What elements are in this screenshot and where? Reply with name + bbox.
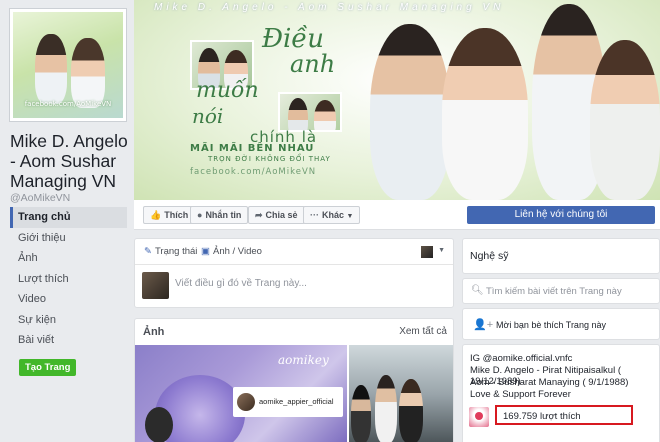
cover-person (370, 24, 450, 200)
page-handle[interactable]: @AoMikeVN (10, 192, 70, 204)
photo-shape (145, 407, 173, 442)
about-box: IG @aomike.official.vnfc Mike D. Angelo … (462, 344, 660, 442)
composer-input[interactable]: Viết điều gì đó về Trang này... (175, 278, 307, 289)
cover-person (442, 28, 528, 200)
cover-photo[interactable]: Mike D. Angelo - Aom Sushar Managing VN … (134, 0, 660, 200)
invite-label[interactable]: Mời bạn bè thích Trang này (496, 320, 606, 330)
cover-url-text: facebook.com/AoMikeVN (190, 167, 317, 177)
like-button[interactable]: 👍 Thích (143, 206, 196, 224)
nav-item-likes[interactable]: Lượt thích (10, 269, 127, 290)
nav-item-posts[interactable]: Bài viết (10, 330, 127, 351)
page-nav: Trang chủ Giới thiệu Ảnh Lượt thích Vide… (10, 207, 127, 351)
cover-text: nói (192, 104, 224, 128)
about-line: Aom - Susharat Manaying ( 9/1/1988) (470, 377, 629, 388)
add-friend-icon: 👤+ (473, 319, 494, 331)
page-action-bar: 👍 Thích ● Nhắn tin ➦ Chia sẻ ··· Khác ▼ Liên… (134, 200, 660, 230)
message-label: Nhắn tin (205, 210, 242, 220)
camera-icon: ▣ (201, 246, 210, 257)
profile-person (35, 34, 67, 104)
category-label[interactable]: Nghệ sỹ (470, 250, 509, 262)
cover-text: MÃI MÃI BÊN NHAU (190, 143, 315, 154)
nav-item-home[interactable]: Trang chủ (10, 207, 127, 228)
tab-photo-label: Ảnh / Video (212, 246, 262, 257)
nav-item-photos[interactable]: Ảnh (10, 248, 127, 269)
likes-count[interactable]: 169.759 lượt thích (503, 411, 581, 422)
cover-text: TRỌN ĐỜI KHÔNG ĐỔI THAY (208, 155, 331, 163)
tab-status-label: Trạng thái (154, 246, 198, 257)
left-column: facebook.com/AoMikeVN Mike D. Angelo - A… (0, 0, 134, 442)
profile-person (71, 38, 105, 108)
profile-watermark: facebook.com/AoMikeVN (24, 100, 112, 108)
avatar (142, 272, 169, 299)
tab-photo-video[interactable]: ▣ Ảnh / Video (201, 246, 262, 257)
share-button[interactable]: ➦ Chia sẻ (248, 206, 305, 224)
nav-item-about[interactable]: Giới thiệu (10, 228, 127, 249)
about-line: IG @aomike.official.vnfc (470, 353, 573, 364)
post-composer: ✎ Trạng thái ▣ Ảnh / Video ▼ Viết điều gì … (134, 238, 454, 308)
likes-icon (469, 407, 489, 427)
photo-thumbnail[interactable] (349, 345, 453, 442)
pencil-icon: ✎ (144, 246, 152, 257)
invite-friends[interactable]: 👤+ Mời bạn bè thích Trang này (462, 308, 660, 340)
likes-row: 169.759 lượt thích (469, 405, 659, 437)
photo-person (375, 375, 397, 442)
share-icon: ➦ (255, 210, 263, 220)
nav-item-events[interactable]: Sự kiện (10, 310, 127, 331)
instagram-username: aomike_appier_official (259, 397, 334, 406)
cover-inset-photo (278, 92, 342, 132)
instagram-card: aomike_appier_official (233, 387, 343, 417)
cover-text: muốn (196, 78, 259, 103)
cover-banner-text: Mike D. Angelo - Aom Sushar Managing VN (154, 2, 505, 13)
page-title[interactable]: Mike D. Angelo - Aom Sushar Managing VN (10, 131, 132, 191)
photo-person (399, 379, 423, 442)
create-page-button[interactable]: Tạo Trang (19, 359, 77, 376)
messenger-icon: ● (197, 210, 203, 220)
photos-title[interactable]: Ảnh (143, 326, 164, 338)
cover-text: anh (290, 50, 336, 78)
thumbs-up-icon: 👍 (150, 210, 162, 220)
like-label: Thích (164, 210, 189, 220)
share-label: Chia sẻ (265, 210, 298, 220)
caret-down-icon[interactable]: ▼ (438, 247, 445, 254)
search-input[interactable]: Tìm kiếm bài viết trên Trang này (486, 286, 622, 297)
message-button[interactable]: ● Nhắn tin (190, 206, 249, 224)
about-line: Love & Support Forever (470, 389, 571, 400)
photo-watermark: aomikey (278, 353, 329, 367)
photo-person (351, 385, 371, 442)
composer-avatar-small[interactable] (421, 246, 433, 258)
cover-person (590, 40, 660, 200)
caret-down-icon: ▼ (346, 213, 354, 220)
more-button[interactable]: ··· Khác ▼ (303, 206, 361, 224)
contact-button[interactable]: Liên hệ với chúng tôi (467, 206, 655, 224)
ellipsis-icon: ··· (310, 210, 319, 220)
likes-highlight: 169.759 lượt thích (495, 405, 633, 425)
search-icon: 🔍︎ (471, 285, 484, 296)
avatar (237, 393, 255, 411)
page-search[interactable]: 🔍︎ Tìm kiếm bài viết trên Trang này (462, 278, 660, 304)
more-label: Khác (322, 210, 345, 220)
photo-thumbnail[interactable]: aomike_appier_official aomikey (135, 345, 347, 442)
see-all-link[interactable]: Xem tất cả (399, 326, 447, 337)
nav-item-videos[interactable]: Video (10, 289, 127, 310)
tab-status[interactable]: ✎ Trạng thái (144, 246, 197, 257)
profile-picture[interactable]: facebook.com/AoMikeVN (10, 9, 126, 121)
page-category: Nghệ sỹ (462, 238, 660, 274)
composer-tabs: ✎ Trạng thái ▣ Ảnh / Video ▼ (135, 239, 453, 265)
photos-section: Ảnh Xem tất cả aomike_appier_official ao… (134, 318, 454, 442)
